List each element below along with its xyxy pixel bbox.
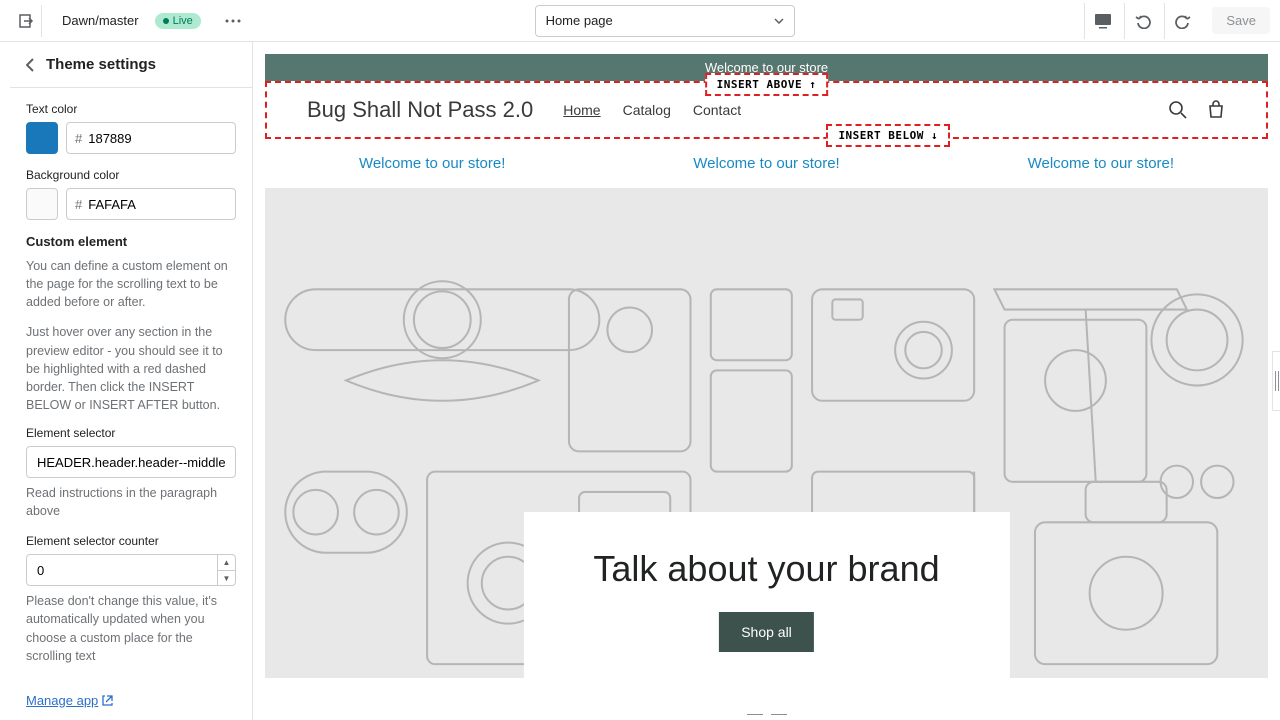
text-color-label: Text color	[26, 102, 236, 116]
nav-contact[interactable]: Contact	[693, 102, 741, 118]
nav-home[interactable]: Home	[563, 102, 600, 118]
element-selector-label: Element selector	[26, 426, 236, 440]
hero-cta-button[interactable]: Shop all	[719, 612, 814, 652]
scroller-item: Welcome to our store!	[693, 155, 839, 172]
store-brand: Bug Shall Not Pass 2.0	[307, 97, 533, 123]
hash-symbol: #	[75, 197, 82, 212]
external-link-icon	[102, 695, 113, 706]
hero-section: Talk about your brand Shop all	[265, 188, 1268, 678]
save-button[interactable]: Save	[1212, 7, 1270, 34]
insert-below-button[interactable]: INSERT BELOW ↓	[826, 124, 950, 147]
hero-card: Talk about your brand Shop all	[523, 512, 1009, 678]
exit-editor-button[interactable]	[10, 5, 42, 37]
store-header-section[interactable]: INSERT ABOVE ↑ INSERT BELOW ↓ Bug Shall …	[265, 81, 1268, 139]
element-counter-label: Element selector counter	[26, 534, 236, 548]
text-color-input[interactable]	[88, 131, 227, 146]
element-selector-help: Read instructions in the paragraph above	[26, 484, 236, 520]
scroller-item: Welcome to our store!	[1028, 155, 1174, 172]
chevron-down-icon	[774, 18, 784, 24]
collapse-panel-handle[interactable]	[1272, 351, 1280, 411]
counter-step-down[interactable]: ▼	[218, 571, 235, 586]
hero-title: Talk about your brand	[593, 548, 939, 590]
live-status-badge: Live	[155, 13, 201, 29]
bg-color-input[interactable]	[88, 197, 227, 212]
custom-element-help2: Just hover over any section in the previ…	[26, 323, 236, 414]
element-counter-help: Please don't change this value, it's aut…	[26, 592, 236, 665]
more-actions-button[interactable]	[221, 9, 245, 33]
bg-color-label: Background color	[26, 168, 236, 182]
insert-above-button[interactable]: INSERT ABOVE ↑	[705, 73, 829, 96]
sidebar-title: Theme settings	[46, 56, 156, 73]
text-color-swatch[interactable]	[26, 122, 58, 154]
counter-step-up[interactable]: ▲	[218, 555, 235, 571]
hash-symbol: #	[75, 131, 82, 146]
custom-element-heading: Custom element	[26, 234, 236, 249]
scrolling-text-section: Welcome to our store! Welcome to our sto…	[265, 139, 1268, 188]
scroller-item: Welcome to our store!	[359, 155, 505, 172]
manage-app-link[interactable]: Manage app	[26, 693, 113, 708]
nav-catalog[interactable]: Catalog	[623, 102, 671, 118]
viewport-desktop-button[interactable]	[1084, 3, 1120, 39]
undo-button[interactable]	[1124, 3, 1160, 39]
element-selector-input[interactable]	[26, 446, 236, 478]
page-selector-dropdown[interactable]: Home page	[535, 5, 795, 37]
search-icon[interactable]	[1168, 100, 1188, 120]
redo-button[interactable]	[1164, 3, 1200, 39]
custom-element-help1: You can define a custom element on the p…	[26, 257, 236, 311]
back-button[interactable]	[26, 58, 34, 72]
element-counter-input[interactable]	[26, 554, 236, 586]
resize-handle[interactable]	[747, 714, 787, 718]
theme-name: Dawn/master	[62, 13, 139, 28]
cart-icon[interactable]	[1206, 100, 1226, 120]
bg-color-swatch[interactable]	[26, 188, 58, 220]
